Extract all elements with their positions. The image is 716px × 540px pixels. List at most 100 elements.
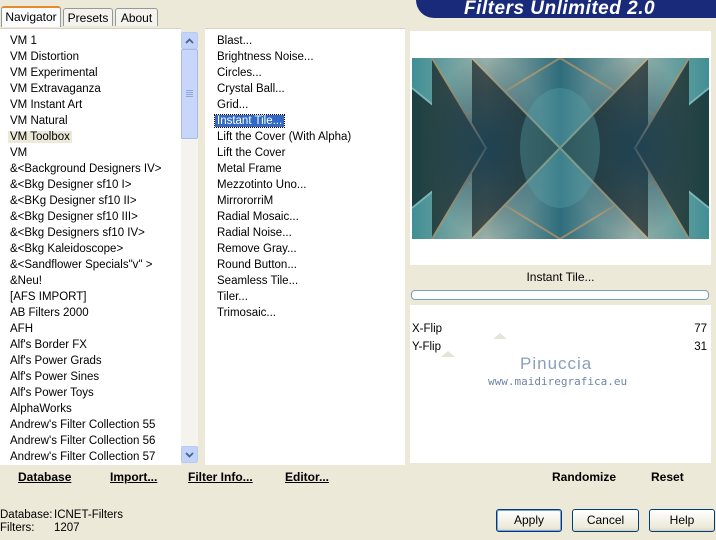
param-row-x-flip[interactable]: X-Flip 77: [410, 321, 711, 340]
category-list-item[interactable]: AB Filters 2000: [0, 305, 164, 321]
filter-list-item-label: Circles...: [217, 67, 262, 79]
filter-list-item-label: Instant Tile...: [213, 114, 286, 128]
category-list-item-label: &<Bkg Designers sf10 IV>: [10, 227, 145, 239]
filter-list-item[interactable]: Brightness Noise...: [215, 49, 353, 65]
category-list-item[interactable]: Alf's Power Grads: [0, 353, 164, 369]
category-list-item[interactable]: Alf's Border FX: [0, 337, 164, 353]
param-row-empty: [410, 447, 711, 464]
category-list-item-label: &<BKg Designer sf10 II>: [10, 195, 137, 207]
category-list-item[interactable]: VM: [0, 145, 164, 161]
database-button[interactable]: Database: [18, 470, 71, 484]
category-list-item[interactable]: VM Distortion: [0, 49, 164, 65]
status-database-label: Database:: [0, 509, 53, 521]
category-list-item-label: AlphaWorks: [10, 403, 72, 415]
filter-list-item[interactable]: Crystal Ball...: [215, 81, 353, 97]
category-list-item[interactable]: Alf's Power Sines: [0, 369, 164, 385]
tab-about[interactable]: About: [115, 8, 158, 26]
filter-list-item[interactable]: Radial Noise...: [215, 225, 353, 241]
filter-list-item[interactable]: Grid...: [215, 97, 353, 113]
category-list-item[interactable]: VM Toolbox: [0, 129, 164, 145]
category-list: VM 1 VM Distortion VM Experimental VM Extra…: [0, 33, 164, 465]
progress-bar: [411, 290, 709, 300]
category-list-item[interactable]: VM Experimental: [0, 65, 164, 81]
filter-list-item-label: Radial Mosaic...: [217, 211, 299, 223]
category-list-item[interactable]: VM Natural: [0, 113, 164, 129]
category-list-item[interactable]: Andrew's Filter Collection 55: [0, 417, 164, 433]
scroll-down-button[interactable]: [181, 446, 198, 463]
filter-list-item[interactable]: Blast...: [215, 33, 353, 49]
category-list-item[interactable]: AlphaWorks: [0, 401, 164, 417]
preview-image: [412, 58, 709, 239]
category-list-item-label: VM Toolbox: [8, 131, 72, 143]
filter-list-item[interactable]: Tiler...: [215, 289, 353, 305]
import-button[interactable]: Import...: [110, 470, 157, 484]
help-button[interactable]: Help: [649, 509, 715, 532]
editor-button[interactable]: Editor...: [285, 470, 329, 484]
category-list-item[interactable]: VM Instant Art: [0, 97, 164, 113]
category-list-item-label: VM Experimental: [10, 67, 98, 79]
category-list-item-label: VM 1: [10, 35, 37, 47]
category-list-item-label: VM Instant Art: [10, 99, 83, 111]
reset-button[interactable]: Reset: [651, 470, 684, 484]
filter-list-item[interactable]: Remove Gray...: [215, 241, 353, 257]
tab-navigator[interactable]: Navigator: [1, 6, 61, 27]
category-list-item[interactable]: &<Sandflower Specials"v" >: [0, 257, 164, 273]
scroll-up-button[interactable]: [181, 32, 198, 49]
filter-list-item[interactable]: MirrororriM: [215, 193, 353, 209]
category-list-item[interactable]: AFH: [0, 321, 164, 337]
category-list-item[interactable]: &<Background Designers IV>: [0, 161, 164, 177]
selected-filter-title: Instant Tile...: [526, 270, 595, 284]
watermark-site: www.maidiregrafica.eu: [488, 375, 628, 388]
filter-list-item-label: Remove Gray...: [217, 243, 297, 255]
filter-list-item[interactable]: Instant Tile...: [213, 113, 353, 129]
filter-list-item[interactable]: Trimosaic...: [215, 305, 353, 321]
filter-list-item[interactable]: Lift the Cover (With Alpha): [215, 129, 353, 145]
category-list-item[interactable]: &<Bkg Designers sf10 IV>: [0, 225, 164, 241]
filter-list-item[interactable]: Circles...: [215, 65, 353, 81]
category-list-item-label: &<Bkg Designer sf10 I>: [10, 179, 132, 191]
apply-button[interactable]: Apply: [496, 509, 562, 532]
category-list-item-label: &<Bkg Designer sf10 III>: [10, 211, 138, 223]
filter-list-item-label: Lift the Cover (With Alpha): [217, 131, 352, 143]
param-row-empty: [410, 429, 711, 448]
status-filters-value: 1207: [54, 522, 80, 534]
filter-list-item[interactable]: Round Button...: [215, 257, 353, 273]
category-list-item[interactable]: &<BKg Designer sf10 II>: [0, 193, 164, 209]
filter-list-item-label: Round Button...: [217, 259, 297, 271]
randomize-button[interactable]: Randomize: [552, 470, 616, 484]
filter-list-item-label: Brightness Noise...: [217, 51, 314, 63]
filter-list-item[interactable]: Mezzotinto Uno...: [215, 177, 353, 193]
category-list-item-label: Alf's Power Sines: [10, 371, 100, 383]
filter-list-item[interactable]: Lift the Cover: [215, 145, 353, 161]
category-scrollbar[interactable]: [181, 32, 198, 463]
param-value: 77: [694, 323, 707, 335]
tab-presets[interactable]: Presets: [63, 8, 113, 26]
title-banner: Filters Unlimited 2.0: [416, 0, 716, 18]
filter-list-item[interactable]: Metal Frame: [215, 161, 353, 177]
category-list-item[interactable]: [AFS IMPORT]: [0, 289, 164, 305]
category-list-item-label: &<Bkg Kaleidoscope>: [10, 243, 124, 255]
category-list-item[interactable]: &<Bkg Kaleidoscope>: [0, 241, 164, 257]
filter-list-item[interactable]: Radial Mosaic...: [215, 209, 353, 225]
category-list-item-label: Alf's Power Grads: [10, 355, 102, 367]
category-list-item[interactable]: Alf's Power Toys: [0, 385, 164, 401]
filter-list-item[interactable]: Seamless Tile...: [215, 273, 353, 289]
cancel-button[interactable]: Cancel: [572, 509, 639, 532]
filter-list-item-label: Crystal Ball...: [217, 83, 285, 95]
category-list-item[interactable]: &<Bkg Designer sf10 III>: [0, 209, 164, 225]
filter-list-item-label: Seamless Tile...: [217, 275, 299, 287]
filter-list-item-label: MirrororriM: [217, 195, 274, 207]
filter-list-item-label: Metal Frame: [217, 163, 282, 175]
filter-list: Blast... Brightness Noise... Circles... Cry…: [213, 33, 353, 321]
category-list-item[interactable]: Andrew's Filter Collection 56: [0, 433, 164, 449]
param-label: Y-Flip: [412, 341, 441, 353]
category-list-item[interactable]: Andrew's Filter Collection 57: [0, 449, 164, 465]
category-list-item[interactable]: &<Bkg Designer sf10 I>: [0, 177, 164, 193]
category-list-item[interactable]: VM 1: [0, 33, 164, 49]
scroll-thumb[interactable]: [181, 49, 198, 139]
category-list-item-label: AB Filters 2000: [10, 307, 89, 319]
category-list-item-label: VM Distortion: [10, 51, 80, 63]
filter-info-button[interactable]: Filter Info...: [188, 470, 253, 484]
category-list-item[interactable]: &Neu!: [0, 273, 164, 289]
category-list-item[interactable]: VM Extravaganza: [0, 81, 164, 97]
